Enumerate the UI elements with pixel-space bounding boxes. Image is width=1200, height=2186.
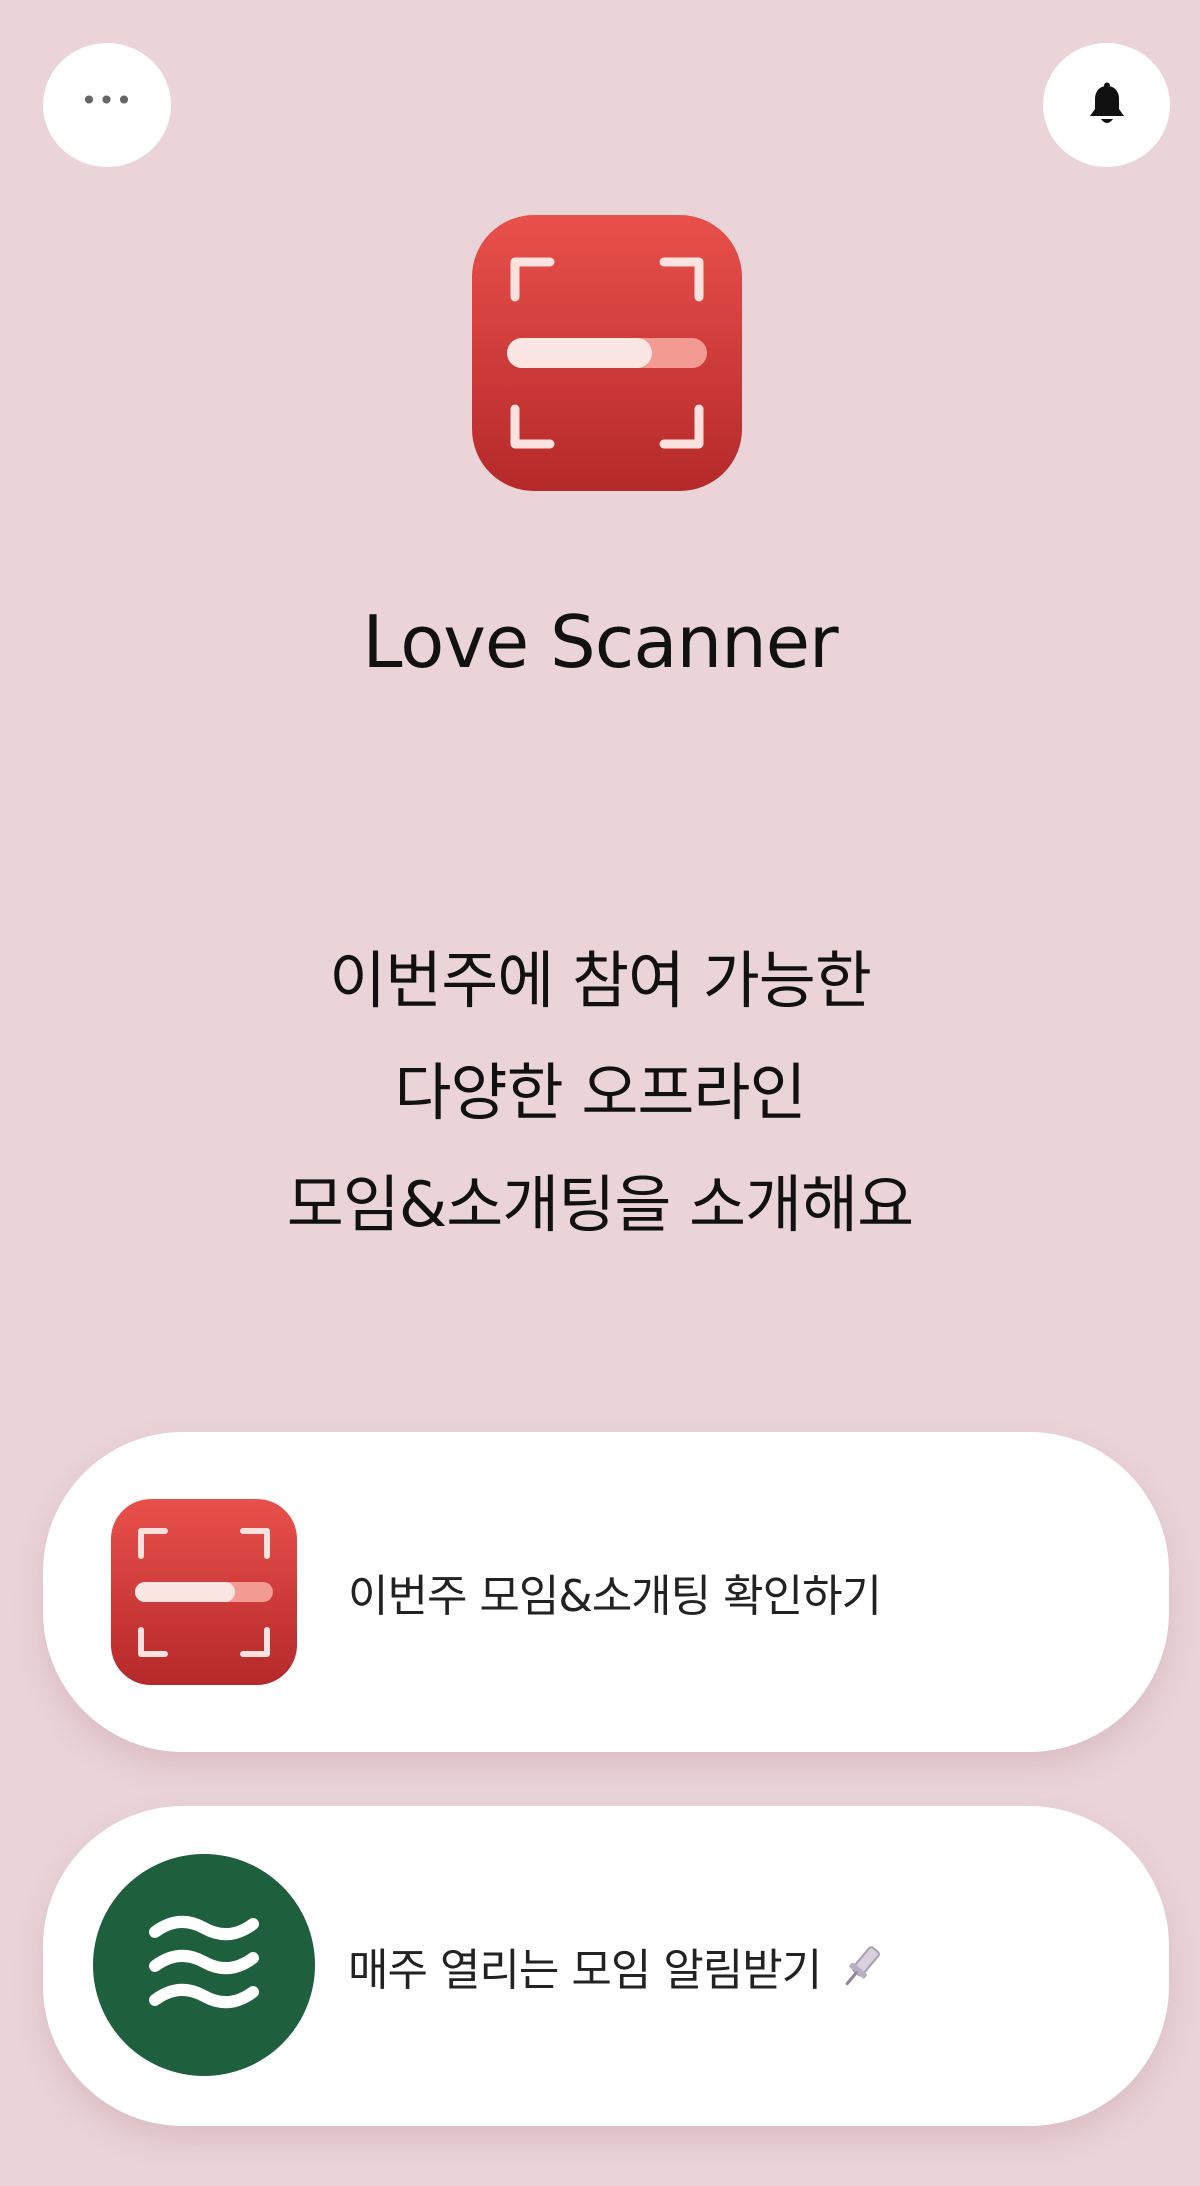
more-button[interactable]: ••• (43, 43, 171, 167)
pin-icon (845, 1946, 881, 1986)
meetup-alert-label: 매주 열리는 모임 알림받기 (348, 1945, 822, 1996)
weekly-meetups-label: 이번주 모임&소개팅 확인하기 (348, 1571, 882, 1622)
meetup-alert-label-row: 매주 열리는 모임 알림받기 (348, 1806, 889, 2126)
headline-line-1: 이번주에 참여 가능한 (329, 944, 872, 1017)
headline-line-3: 모임&소개팅을 소개해요 (286, 1168, 914, 1241)
headline-line-2: 다양한 오프라인 (394, 1056, 807, 1129)
weekly-meetups-card[interactable]: 이번주 모임&소개팅 확인하기 (43, 1432, 1169, 1752)
scanner-app-icon (111, 1499, 297, 1685)
scanner-app-icon (472, 215, 742, 491)
bell-icon (1089, 82, 1124, 123)
meetup-alert-card[interactable]: 매주 열리는 모임 알림받기 (43, 1806, 1169, 2126)
app-title: Love Scanner (362, 600, 838, 684)
more-horizontal-icon: ••• (80, 84, 134, 117)
headline: 이번주에 참여 가능한 다양한 오프라인 모임&소개팅을 소개해요 (0, 925, 1200, 1261)
waves-logo-icon (93, 1854, 315, 2076)
notification-button[interactable] (1043, 43, 1170, 167)
page: ••• Love Scanner 이번주에 참여 가능한 다양한 오프라인 모임… (0, 0, 1200, 2186)
